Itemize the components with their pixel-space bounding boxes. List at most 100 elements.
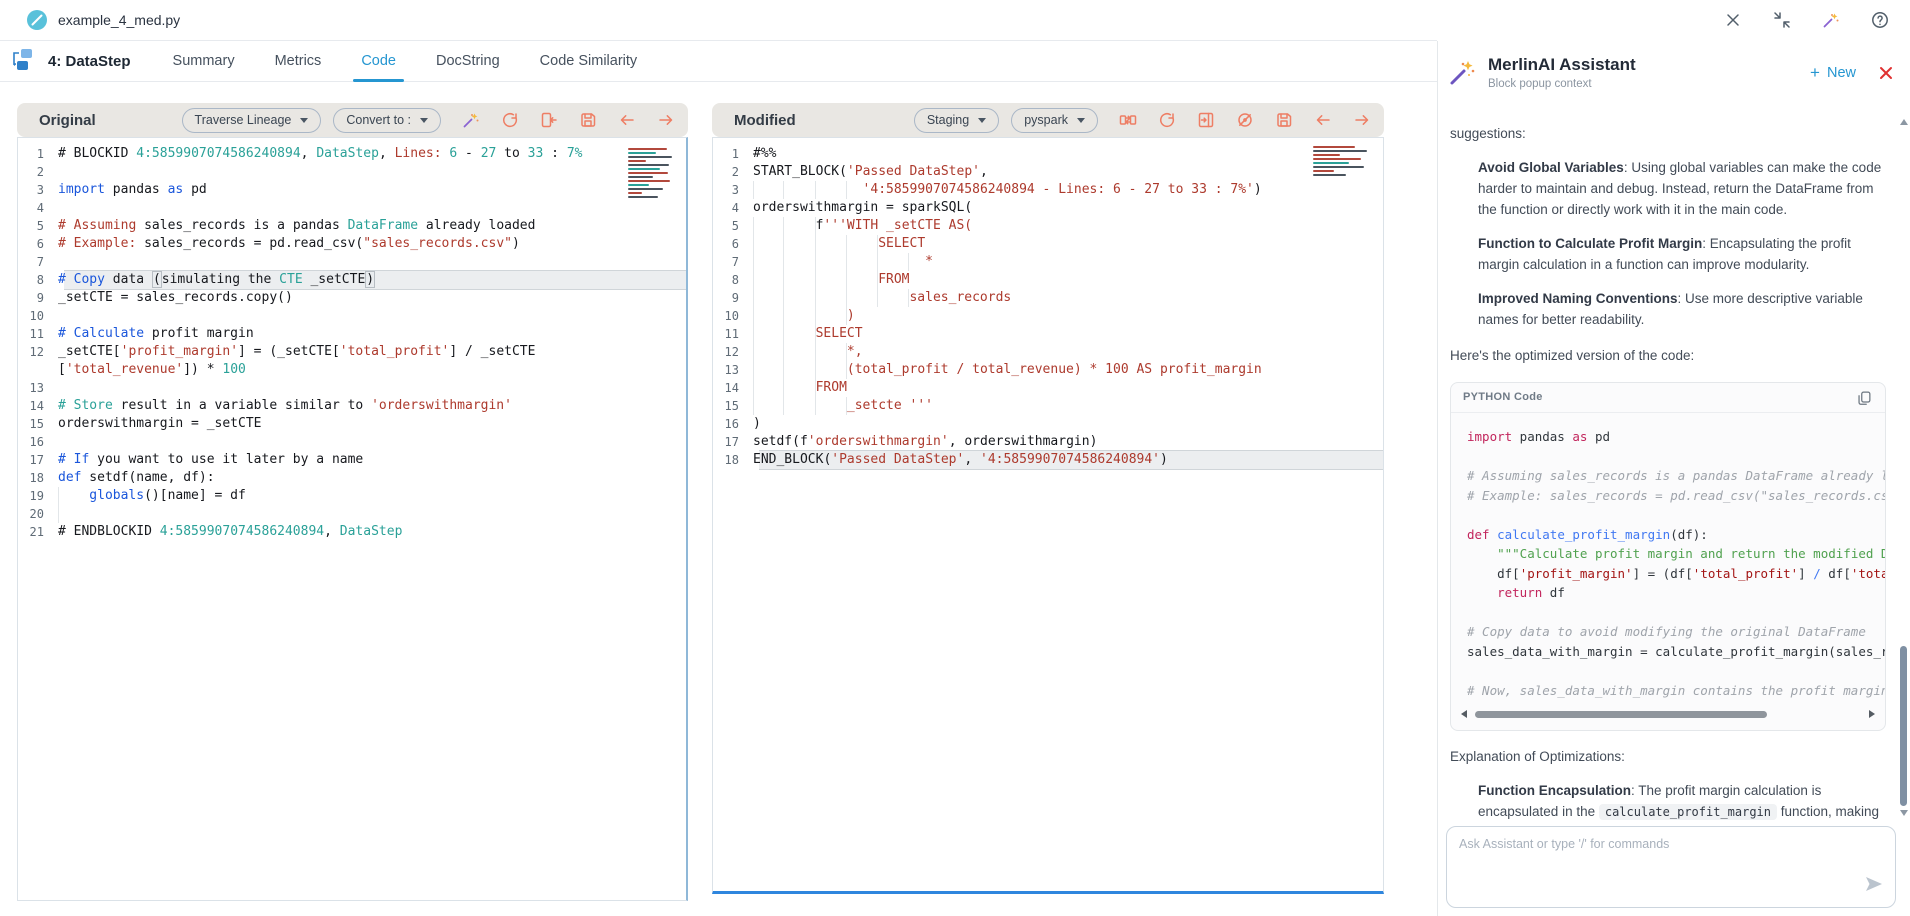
code-line: 14# Store result in a variable similar t… [18,397,686,415]
tab-metrics[interactable]: Metrics [275,41,322,82]
line-number: 5 [18,217,58,235]
line-number: 9 [713,289,753,307]
line-number: 21 [18,523,58,541]
app-logo-icon [26,9,48,36]
modified-panel-title: Modified [734,112,796,129]
chevron-down-icon [1077,118,1085,123]
tab-summary[interactable]: Summary [173,41,235,82]
line-number: 9 [18,289,58,307]
new-chat-button[interactable]: + New [1810,65,1856,81]
line-number: 1 [18,145,58,163]
scroll-down-icon[interactable] [1900,810,1908,816]
titlebar: example_4_med.py [0,0,1910,41]
scroll-left-icon[interactable] [1461,710,1467,718]
code-card-hscrollbar[interactable] [1461,706,1875,722]
python-code-card: PYTHON Code import pandas as pd# Assumin… [1450,382,1886,731]
panel-right-icon[interactable] [1196,110,1216,130]
modified-code-editor[interactable]: 1#%%2START_BLOCK('Passed DataStep',3 '4:… [712,137,1384,894]
tab-code[interactable]: Code [361,41,396,82]
send-icon[interactable] [1863,874,1883,899]
arrow-right-icon[interactable] [1352,110,1372,130]
tabbar: 4: DataStep SummaryMetricsCodeDocStringC… [0,41,1437,82]
assistant-code-line: # Now, sales_data_with_margin contains t… [1467,681,1885,701]
eye-off-icon[interactable] [1235,110,1255,130]
line-number: 13 [18,379,58,397]
line-number: 14 [18,397,58,415]
original-toolbar: Original Traverse Lineage Convert to : [17,103,688,137]
code-line: 13(total_profit / total_revenue) * 100 A… [713,361,1383,379]
assistant-input-box [1446,826,1896,908]
compare-icon[interactable] [1118,110,1138,130]
code-line: 13 [18,379,686,397]
line-number: 16 [713,415,753,433]
chevron-down-icon [978,118,986,123]
line-number: 3 [713,181,753,199]
vscroll-thumb[interactable] [1900,646,1907,806]
line-number: 3 [18,181,58,199]
assistant-code-line [1467,661,1885,681]
assistant-code-line: # Assuming sales_records is a pandas Dat… [1467,466,1885,486]
assistant-code-line: import pandas as pd [1467,427,1885,447]
scroll-up-icon[interactable] [1900,119,1908,125]
refresh-icon[interactable] [500,110,520,130]
code-line: 14FROM [713,379,1383,397]
code-line: 12_setCTE['profit_margin'] = (_setCTE['t… [18,343,686,361]
staging-dropdown[interactable]: Staging [914,108,999,133]
scroll-right-icon[interactable] [1869,710,1875,718]
code-line: 1#%% [713,145,1383,163]
arrow-left-icon[interactable] [617,110,637,130]
line-number: 11 [713,325,753,343]
arrow-right-icon[interactable] [656,110,676,130]
assistant-close-icon[interactable] [1878,65,1894,86]
pyspark-dropdown[interactable]: pyspark [1011,108,1098,133]
explanation-title: Explanation of Optimizations: [1450,746,1886,767]
assistant-vscrollbar[interactable] [1899,119,1909,816]
assistant-input[interactable] [1447,827,1895,907]
exit-panel-icon[interactable] [539,110,559,130]
magic-wand-icon[interactable] [1821,10,1841,30]
line-number: 18 [18,469,58,487]
tab-docstring[interactable]: DocString [436,41,500,82]
line-number: 15 [713,397,753,415]
magic-wand-icon[interactable] [461,110,481,130]
help-icon[interactable] [1870,10,1890,30]
convert-to-label: Convert to : [346,113,411,127]
line-number: 4 [713,199,753,217]
line-number: 7 [713,253,753,271]
assistant-code-line: sales_data_with_margin = calculate_profi… [1467,642,1885,662]
close-icon[interactable] [1723,10,1743,30]
save-icon[interactable] [1274,110,1294,130]
assistant-panel: MerlinAI Assistant Block popup context +… [1437,41,1910,916]
code-line: 19globals()[name] = df [18,487,686,505]
assistant-code-line: df['profit_margin'] = (df['total_profit'… [1467,564,1885,584]
staging-label: Staging [927,113,969,127]
tab-code-similarity[interactable]: Code Similarity [540,41,638,82]
assistant-wand-icon [1448,57,1478,92]
save-icon[interactable] [578,110,598,130]
titlebar-icons [1723,10,1890,30]
convert-to-dropdown[interactable]: Convert to : [333,108,441,133]
line-number: 7 [18,253,58,271]
hscroll-thumb[interactable] [1475,711,1767,718]
assistant-code-line: """Calculate profit margin and return th… [1467,544,1885,564]
line-number: 8 [18,271,58,289]
line-number: 6 [713,235,753,253]
line-number: 6 [18,235,58,253]
tab-list: Summary Metrics Code DocString Code Similari… [173,41,638,82]
original-code-editor[interactable]: 1# BLOCKID 4:5859907074586240894, DataSt… [17,137,688,901]
code-line: 6# Example: sales_records = pd.read_csv(… [18,235,686,253]
line-number [18,361,58,379]
optimized-intro: Here's the optimized version of the code… [1450,345,1886,366]
arrow-left-icon[interactable] [1313,110,1333,130]
refresh-icon[interactable] [1157,110,1177,130]
copy-icon[interactable] [1855,389,1873,407]
collapse-icon[interactable] [1772,10,1792,30]
assistant-code-line: return df [1467,583,1885,603]
plus-icon: + [1810,65,1820,81]
traverse-lineage-dropdown[interactable]: Traverse Lineage [182,108,322,133]
code-line: ['total_revenue']) * 100 [18,361,686,379]
suggestion-item: Function to Calculate Profit Margin: Enc… [1478,233,1886,275]
line-number: 17 [18,451,58,469]
pyspark-label: pyspark [1024,113,1068,127]
line-number: 20 [18,505,58,523]
